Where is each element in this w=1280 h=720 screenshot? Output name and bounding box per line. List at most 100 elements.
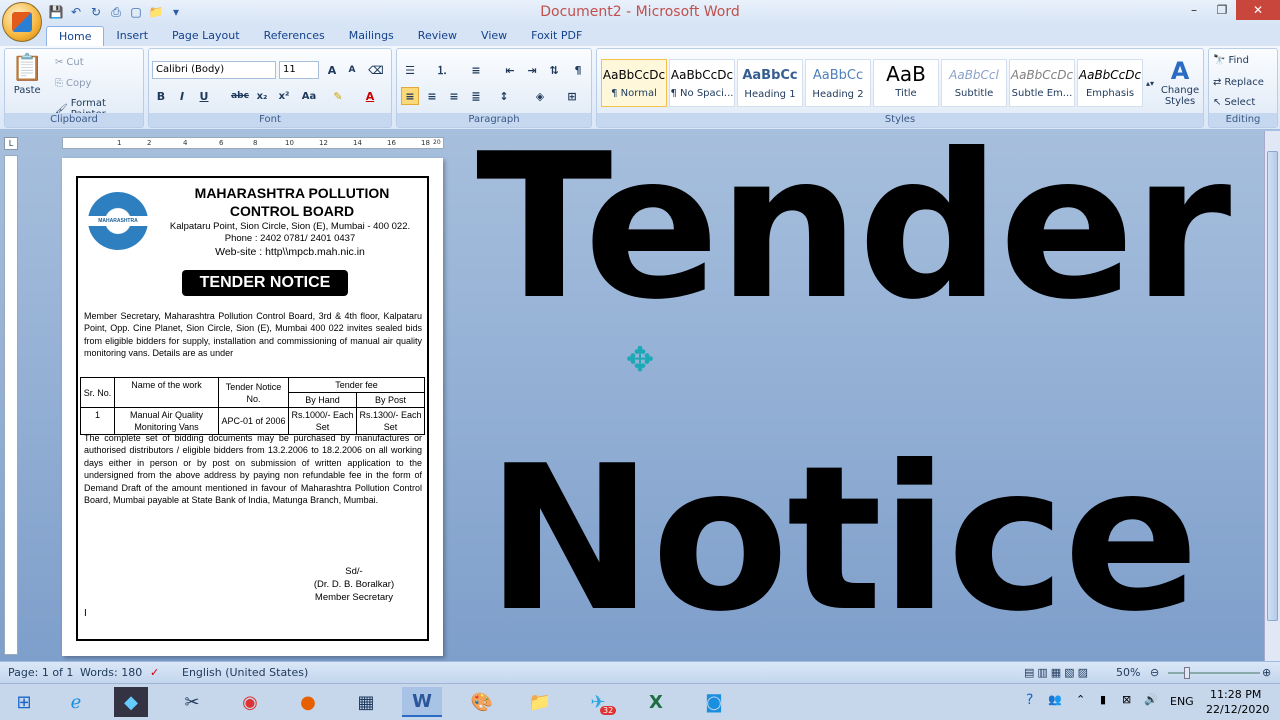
word-icon[interactable]: W xyxy=(402,687,442,717)
style-name: ¶ No Spaci... xyxy=(670,88,734,99)
line-spacing-icon[interactable]: ↕ xyxy=(495,87,513,105)
proofing-icon[interactable]: ✓ xyxy=(150,666,159,679)
volume-icon[interactable]: 🔊 xyxy=(1144,693,1158,706)
vertical-ruler[interactable] xyxy=(4,155,18,655)
italic-icon[interactable]: I xyxy=(173,87,191,105)
ruler-tick: 10 xyxy=(285,139,294,147)
highlight-icon[interactable]: ✎ xyxy=(329,87,347,105)
tab-references[interactable]: References xyxy=(252,26,337,46)
copy-button[interactable]: ⎘ Copy xyxy=(55,78,91,89)
battery-icon[interactable]: ▮ xyxy=(1100,693,1106,706)
help-icon[interactable]: ? xyxy=(1026,692,1033,708)
clock-time[interactable]: 11:28 PM xyxy=(1210,688,1261,701)
style-title[interactable]: AaB Title xyxy=(873,59,939,107)
change-case-icon[interactable]: Aa xyxy=(297,87,321,105)
align-center-icon[interactable]: ≡ xyxy=(423,87,441,105)
people-icon[interactable]: 👥 xyxy=(1048,693,1062,706)
find-button[interactable]: 🔭 Find xyxy=(1213,55,1249,66)
style-subtitle[interactable]: AaBbCcl Subtitle xyxy=(941,59,1007,107)
multilevel-list-icon[interactable]: ≡ xyxy=(467,61,485,79)
tab-home[interactable]: Home xyxy=(46,26,105,46)
file-explorer-icon[interactable]: 📁 xyxy=(520,687,560,717)
clock-date[interactable]: 22/12/2020 xyxy=(1206,703,1269,716)
style-heading-1[interactable]: AaBbCc Heading 1 xyxy=(737,59,803,107)
paint-icon[interactable]: 🎨 xyxy=(462,687,502,717)
sort-icon[interactable]: ⇅ xyxy=(545,61,563,79)
language-indicator-tray[interactable]: ENG xyxy=(1170,695,1194,708)
justify-icon[interactable]: ≣ xyxy=(467,87,485,105)
shading-icon[interactable]: ◈ xyxy=(531,87,549,105)
tab-selector-icon[interactable]: L xyxy=(4,137,18,150)
increase-indent-icon[interactable]: ⇥ xyxy=(523,61,541,79)
recorder-icon[interactable]: ◙ xyxy=(694,687,734,717)
superscript-icon[interactable]: x² xyxy=(275,87,293,105)
minimize-button[interactable]: – xyxy=(1180,0,1208,20)
website-line[interactable]: Web-site : http\\mpcb.mah.nic.in xyxy=(156,246,424,258)
style-normal[interactable]: AaBbCcDc ¶ Normal xyxy=(601,59,667,107)
view-buttons-icon[interactable]: ▤▥▦▧▨ xyxy=(1024,666,1091,679)
clear-format-icon[interactable]: ⌫ xyxy=(367,61,385,79)
font-size-select[interactable]: 11 xyxy=(279,61,319,79)
change-styles-button[interactable]: A Change Styles xyxy=(1159,57,1201,107)
zoom-in-icon[interactable]: ⊕ xyxy=(1262,666,1271,679)
paste-button[interactable]: 📋 Paste xyxy=(11,53,43,96)
office-button[interactable] xyxy=(2,2,42,42)
styles-scroll-icon[interactable]: ▴▾ xyxy=(1145,59,1155,107)
app-icon[interactable]: ◆ xyxy=(114,687,148,717)
chevron-up-icon[interactable]: ⌃ xyxy=(1076,693,1085,706)
shrink-font-icon[interactable]: A xyxy=(343,61,361,79)
paint-tool-icon[interactable]: ✂ xyxy=(172,687,212,717)
table-header-fee: Tender fee xyxy=(288,377,425,393)
style-name: ¶ Normal xyxy=(611,88,657,99)
zoom-slider-thumb[interactable] xyxy=(1184,667,1190,679)
align-left-icon[interactable]: ≡ xyxy=(401,87,419,105)
bullets-icon[interactable]: ☰ xyxy=(401,61,419,79)
close-button[interactable]: ✕ xyxy=(1236,0,1280,20)
subscript-icon[interactable]: x₂ xyxy=(253,87,271,105)
zoom-slider[interactable] xyxy=(1168,672,1260,674)
start-icon[interactable]: ⊞ xyxy=(4,687,44,717)
firefox-icon[interactable]: ● xyxy=(288,687,328,717)
numbering-icon[interactable]: ⒈ xyxy=(433,61,451,79)
tab-view[interactable]: View xyxy=(469,26,519,46)
zoom-out-icon[interactable]: ⊖ xyxy=(1150,666,1159,679)
align-right-icon[interactable]: ≡ xyxy=(445,87,463,105)
horizontal-ruler[interactable]: 1 2 4 6 8 10 12 14 16 18 20 xyxy=(62,137,444,149)
document-page[interactable]: MAHARASHTRA MAHARASHTRA POLLUTION CONTRO… xyxy=(62,158,443,656)
org-name-line2: CONTROL BOARD xyxy=(229,203,355,219)
language-indicator[interactable]: English (United States) xyxy=(182,666,308,679)
network-icon[interactable]: ⊠ xyxy=(1122,693,1131,706)
pilcrow-icon[interactable]: ¶ xyxy=(569,61,587,79)
word-count[interactable]: Words: 180 xyxy=(80,666,142,679)
font-family-select[interactable]: Calibri (Body) xyxy=(152,61,276,79)
decrease-indent-icon[interactable]: ⇤ xyxy=(501,61,519,79)
calculator-icon[interactable]: ▦ xyxy=(346,687,386,717)
replace-button[interactable]: ⇄ Replace xyxy=(1213,77,1264,88)
vertical-scrollbar[interactable] xyxy=(1264,131,1280,661)
tab-page-layout[interactable]: Page Layout xyxy=(160,26,252,46)
select-button[interactable]: ↖ Select xyxy=(1213,97,1255,108)
bold-icon[interactable]: B xyxy=(152,87,170,105)
strikethrough-icon[interactable]: abc xyxy=(229,87,251,105)
grow-font-icon[interactable]: A xyxy=(323,61,341,79)
restore-button[interactable]: ❐ xyxy=(1208,0,1236,20)
title-bar: 💾 ↶ ↻ ⎙ ▢ 📁 ▾ Document2 - Microsoft Word… xyxy=(0,0,1280,26)
style-heading-2[interactable]: AaBbCc Heading 2 xyxy=(805,59,871,107)
excel-icon[interactable]: X xyxy=(636,687,676,717)
cut-button[interactable]: ✂ Cut xyxy=(55,57,84,68)
tab-mailings[interactable]: Mailings xyxy=(337,26,406,46)
font-color-icon[interactable]: A xyxy=(361,87,379,105)
tab-insert[interactable]: Insert xyxy=(104,26,160,46)
style-subtle-emphasis[interactable]: AaBbCcDc Subtle Em... xyxy=(1009,59,1075,107)
tab-foxit-pdf[interactable]: Foxit PDF xyxy=(519,26,594,46)
scrollbar-thumb[interactable] xyxy=(1267,151,1278,621)
style-emphasis[interactable]: AaBbCcDc Emphasis xyxy=(1077,59,1143,107)
internet-explorer-icon[interactable]: ℯ xyxy=(56,687,96,717)
chrome-icon[interactable]: ◉ xyxy=(230,687,270,717)
tab-review[interactable]: Review xyxy=(406,26,469,46)
page-count[interactable]: Page: 1 of 1 xyxy=(8,666,73,679)
zoom-level[interactable]: 50% xyxy=(1116,666,1140,679)
style-no-spacing[interactable]: AaBbCcDc ¶ No Spaci... xyxy=(669,59,735,107)
borders-icon[interactable]: ⊞ xyxy=(563,87,581,105)
underline-icon[interactable]: U xyxy=(195,87,213,105)
